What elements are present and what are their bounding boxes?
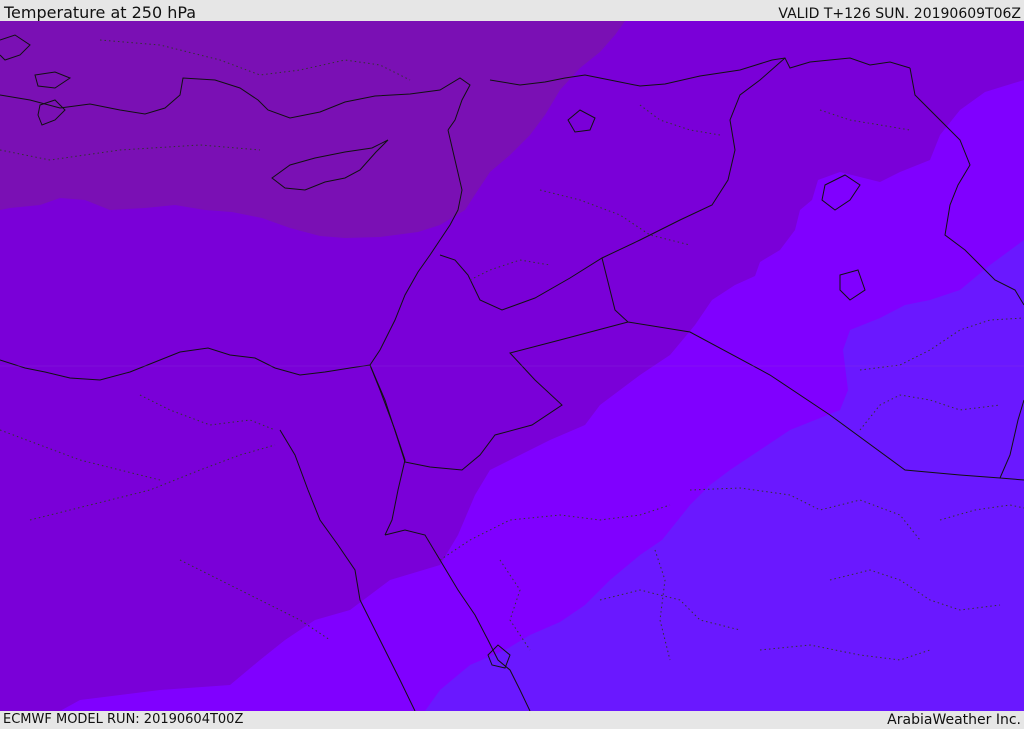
temperature-map: [0, 21, 1024, 711]
model-run-label: ECMWF MODEL RUN: 20190604T00Z: [3, 712, 244, 727]
valid-time-label: VALID T+126 SUN. 20190609T06Z: [778, 6, 1021, 22]
map-title: Temperature at 250 hPa: [4, 3, 197, 22]
header-bar: Temperature at 250 hPa VALID T+126 SUN. …: [0, 0, 1024, 22]
credit-label: ArabiaWeather Inc.: [887, 712, 1021, 728]
map-area: [0, 21, 1024, 711]
footer-bar: ECMWF MODEL RUN: 20190604T00Z ArabiaWeat…: [0, 711, 1024, 729]
